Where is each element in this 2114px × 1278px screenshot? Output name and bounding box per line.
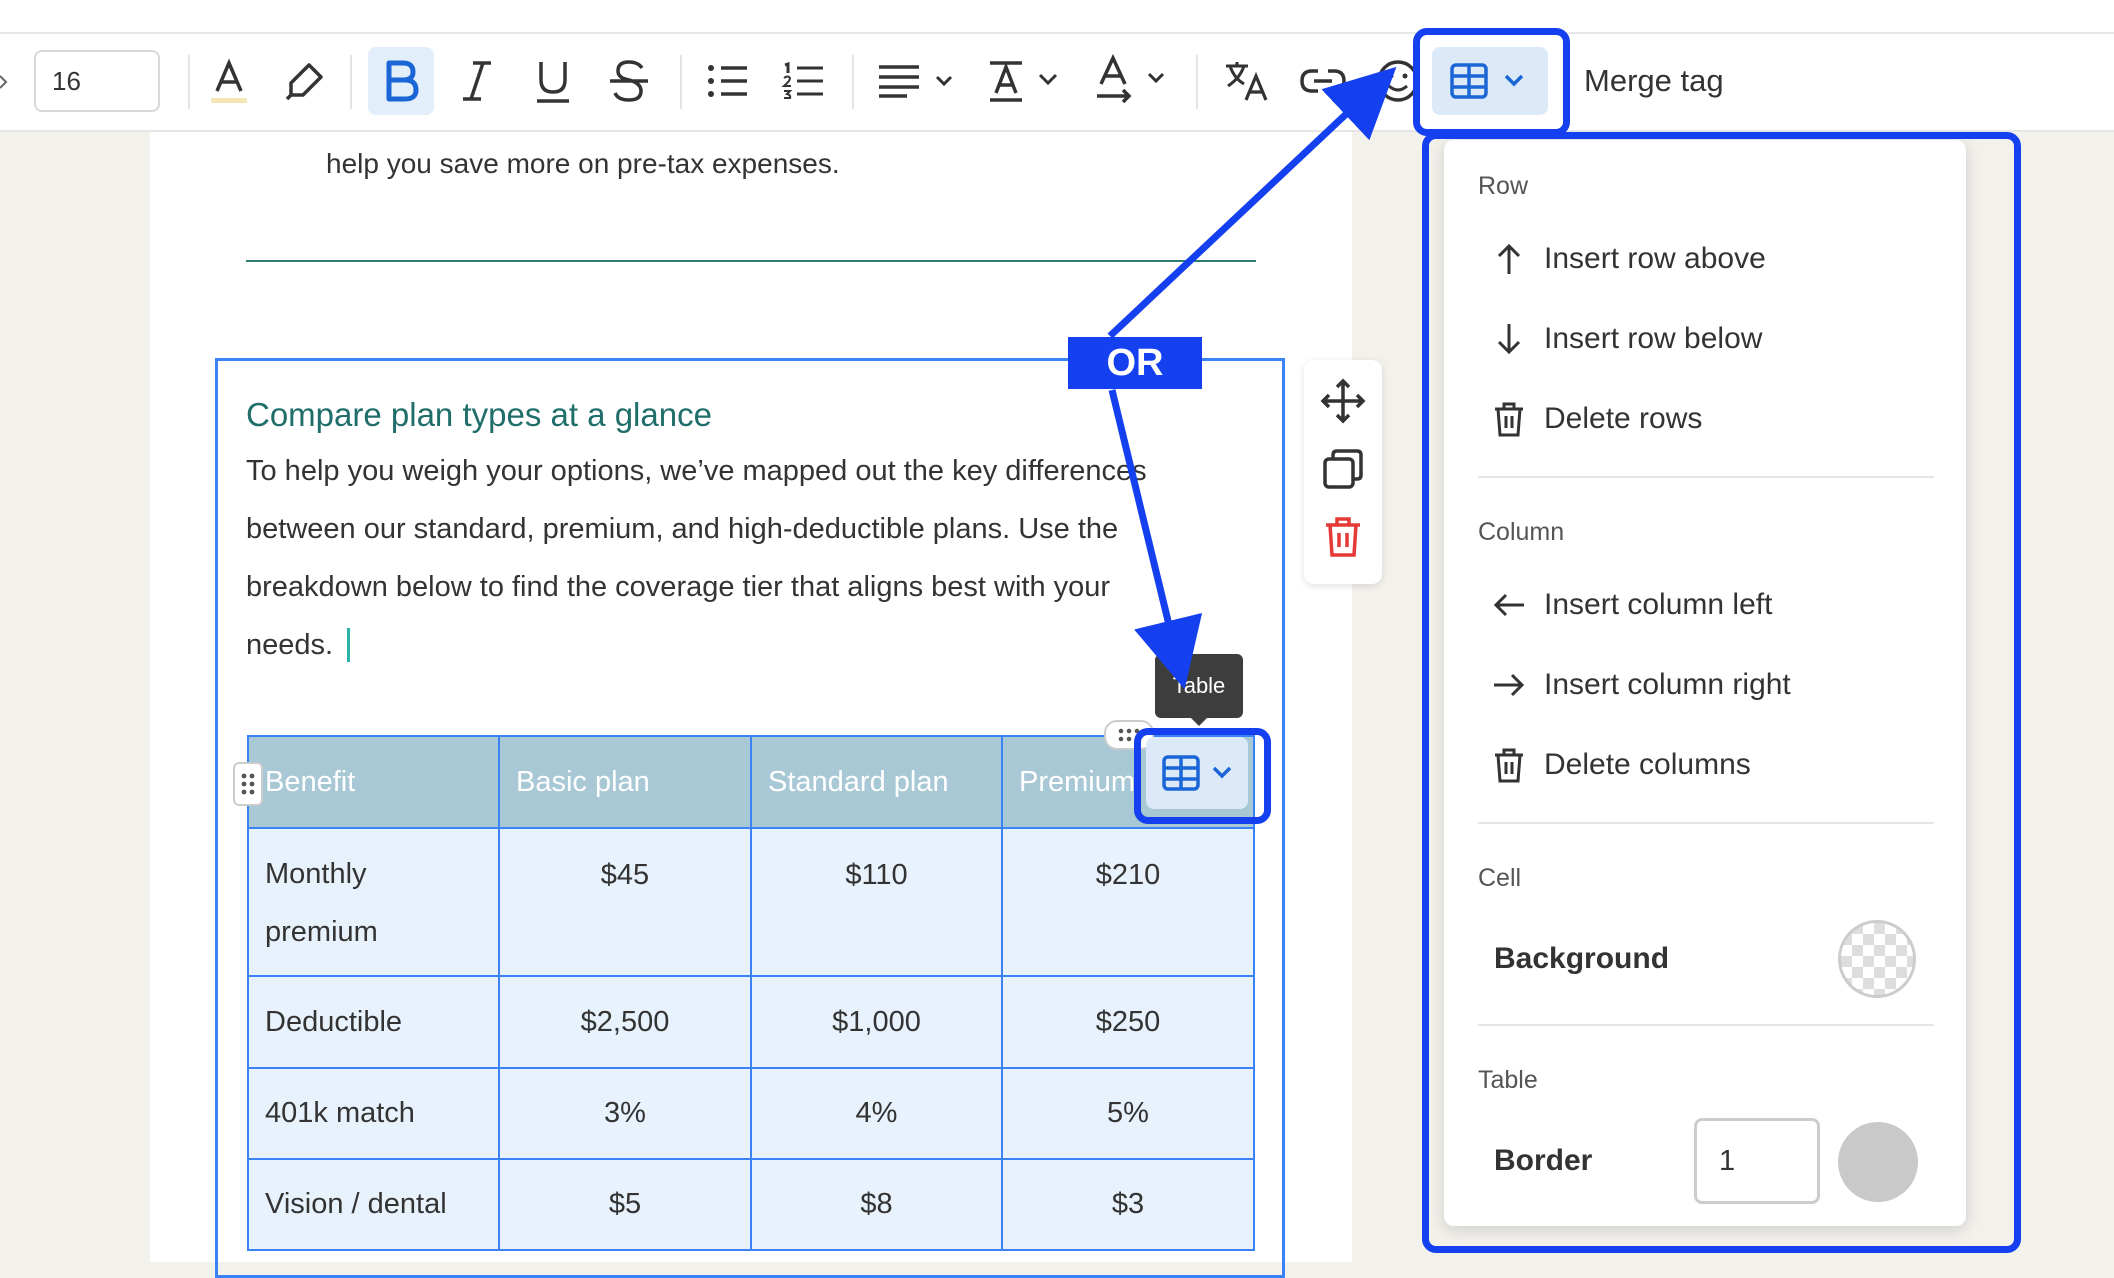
arrow-to-toolbar [1107, 66, 1397, 339]
annotation-arrows [1107, 66, 1397, 690]
arrow-to-inline-button [1108, 389, 1203, 690]
or-label: OR [1068, 337, 1202, 389]
